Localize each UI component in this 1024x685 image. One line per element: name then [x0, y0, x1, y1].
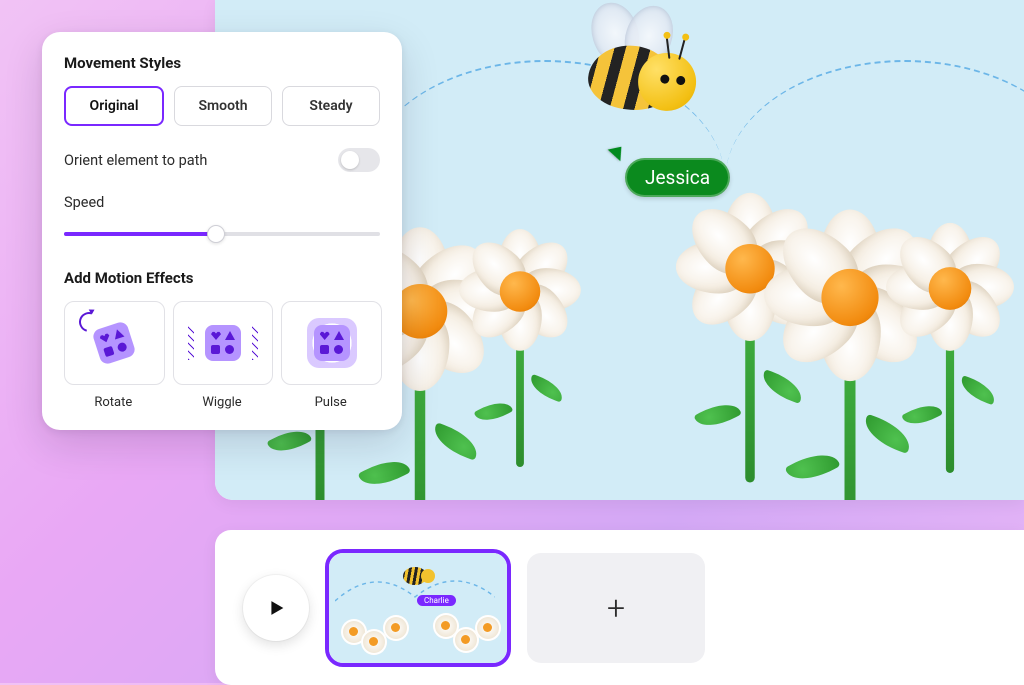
orient-to-path-label: Orient element to path: [64, 152, 207, 169]
effect-pulse-label: Pulse: [281, 395, 380, 410]
effect-wiggle-tile[interactable]: [173, 301, 274, 385]
movement-style-original[interactable]: Original: [64, 86, 164, 126]
flower-element[interactable]: [462, 233, 579, 467]
bee-element[interactable]: [570, 5, 700, 135]
cursor-arrow-icon: [608, 147, 625, 164]
mini-collaborator-pill: Charlie: [417, 595, 456, 606]
motion-effects-row: Rotate Wiggle Pulse: [64, 301, 380, 410]
speed-slider[interactable]: [64, 225, 380, 243]
motion-effects-title: Add Motion Effects: [64, 269, 380, 287]
movement-style-options: Original Smooth Steady: [64, 86, 380, 126]
play-button[interactable]: [243, 575, 309, 641]
play-icon: [265, 597, 287, 619]
collaborator-cursor: Jessica: [625, 158, 730, 197]
orient-to-path-toggle[interactable]: [338, 148, 380, 172]
effect-preview-icon: [92, 320, 137, 365]
movement-style-steady[interactable]: Steady: [282, 86, 380, 126]
movement-style-smooth[interactable]: Smooth: [174, 86, 272, 126]
collaborator-name-pill: Jessica: [625, 158, 730, 197]
effect-rotate-tile[interactable]: [64, 301, 165, 385]
scene-thumbnail[interactable]: Charlie: [329, 553, 507, 663]
plus-icon: +: [607, 589, 625, 627]
pulse-ring-icon: [307, 318, 357, 368]
animation-settings-panel: Movement Styles Original Smooth Steady O…: [42, 32, 402, 430]
add-scene-button[interactable]: +: [527, 553, 705, 663]
flower-element[interactable]: [889, 227, 1012, 473]
speed-label: Speed: [64, 194, 380, 211]
movement-styles-title: Movement Styles: [64, 54, 380, 72]
effect-preview-icon: [205, 325, 241, 361]
toggle-knob-icon: [341, 151, 359, 169]
slider-thumb-icon[interactable]: [207, 225, 225, 243]
effect-rotate-label: Rotate: [64, 395, 163, 410]
effect-wiggle-label: Wiggle: [173, 395, 272, 410]
bee-icon: [403, 567, 427, 585]
timeline-strip: Charlie +: [215, 530, 1024, 685]
effect-pulse-tile[interactable]: [281, 301, 382, 385]
slider-fill-icon: [64, 232, 216, 236]
